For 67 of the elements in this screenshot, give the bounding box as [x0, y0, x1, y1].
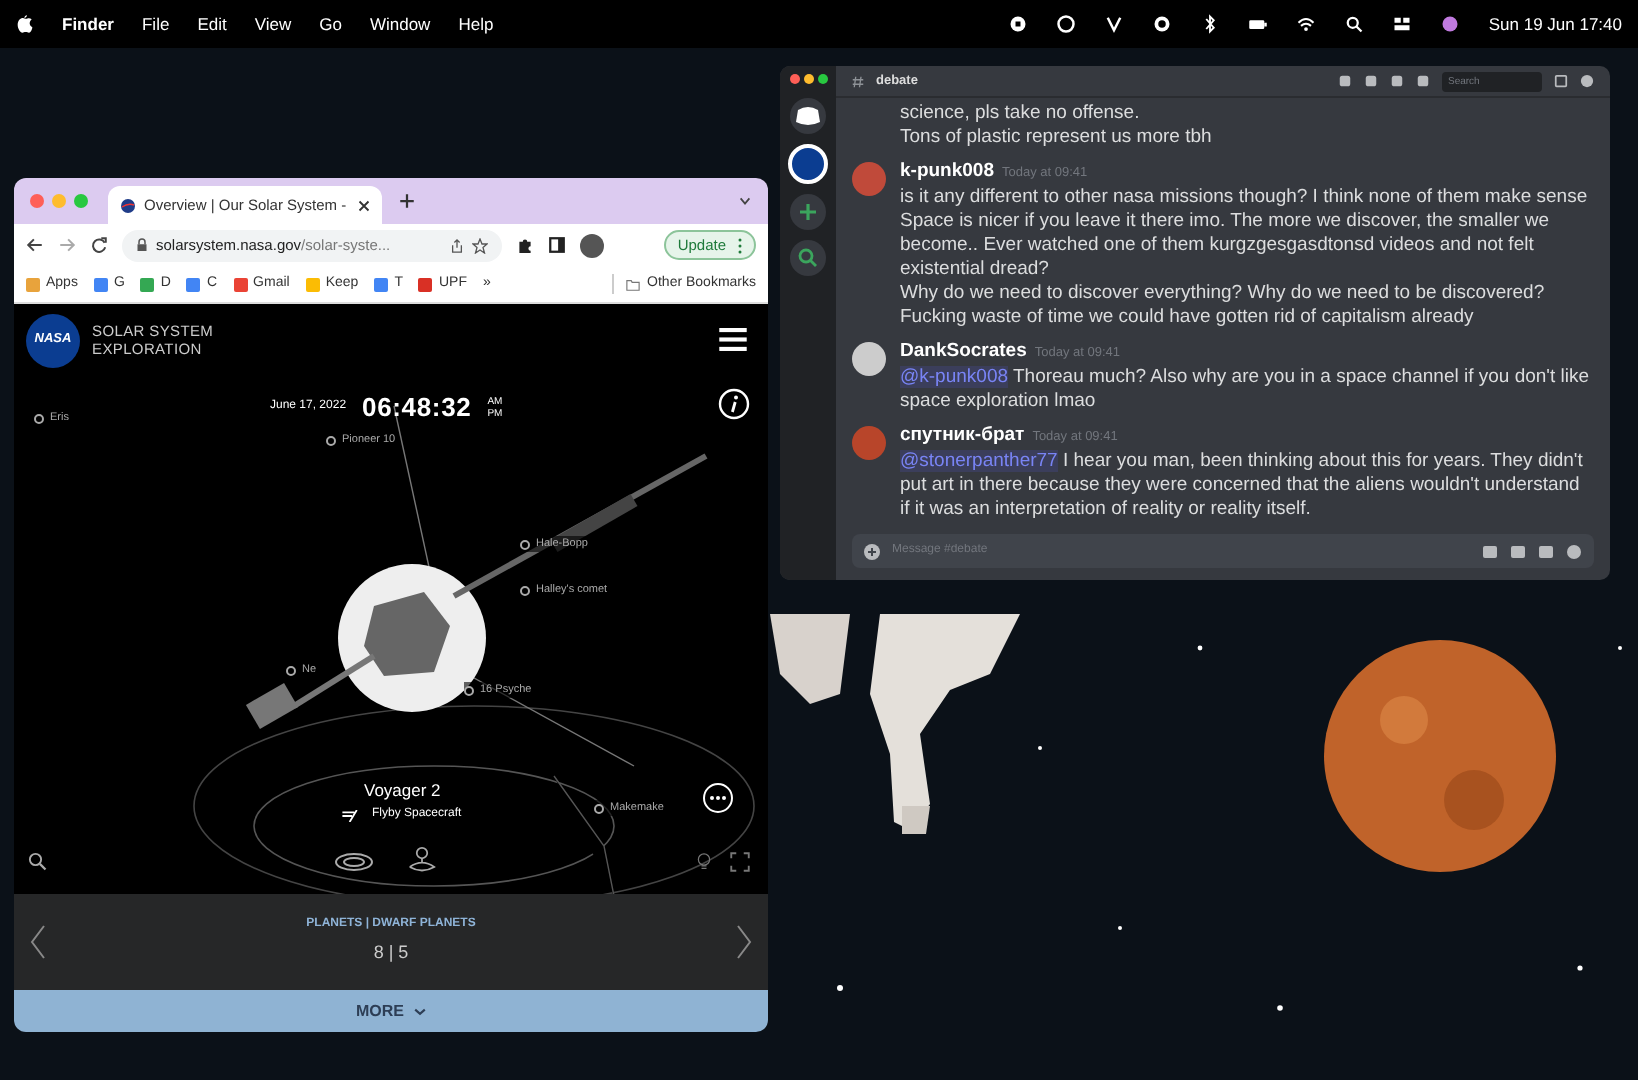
sidebar-icon[interactable] — [548, 236, 566, 254]
minimize-button[interactable] — [803, 74, 813, 84]
add-server-icon[interactable] — [790, 194, 826, 230]
location-pin-icon[interactable] — [406, 846, 438, 874]
time-text: 06:48:32 — [362, 390, 472, 426]
inbox-icon[interactable] — [1554, 74, 1568, 88]
message-text: is it any different to other nasa missions though? I think none of them make sense — [900, 186, 1590, 210]
menu-item[interactable]: View — [254, 11, 292, 37]
more-options-icon[interactable] — [702, 782, 734, 814]
battery-icon[interactable] — [1248, 14, 1269, 34]
zoom-button[interactable] — [817, 74, 827, 84]
bluetooth-icon[interactable] — [1200, 14, 1221, 34]
hashtag-icon — [852, 75, 864, 87]
orbit-view-icon[interactable] — [334, 852, 374, 872]
reload-icon[interactable] — [90, 236, 108, 254]
menu-icon[interactable] — [718, 328, 748, 352]
folder-icon — [623, 277, 642, 291]
lock-icon — [136, 238, 148, 252]
close-button[interactable] — [789, 74, 799, 84]
menu-item[interactable]: Window — [369, 11, 431, 37]
username[interactable]: DankSocrates — [900, 340, 1027, 364]
menu-item[interactable]: File — [141, 11, 170, 37]
message-text: Tons of plastic represent us more tbh — [900, 126, 1212, 150]
search-icon[interactable] — [1344, 14, 1365, 34]
user-avatar — [852, 162, 886, 196]
menu-item[interactable]: Help — [458, 11, 494, 37]
message-text: science, pls take no offense. — [900, 102, 1142, 126]
control-center-icon[interactable] — [1392, 14, 1413, 34]
chevron-down-icon[interactable] — [738, 194, 752, 208]
search-icon[interactable] — [28, 852, 48, 872]
plus-circle-icon[interactable] — [864, 543, 880, 559]
wifi-icon[interactable] — [1296, 14, 1317, 34]
lightbulb-icon[interactable] — [694, 852, 714, 872]
menu-item[interactable]: Finder — [62, 11, 114, 37]
fullscreen-icon[interactable] — [730, 852, 750, 872]
globe-icon — [120, 197, 136, 213]
category-counts: 8 | 5 — [373, 940, 409, 967]
chat-home-icon[interactable] — [790, 98, 826, 134]
record-icon[interactable] — [1008, 14, 1029, 34]
chevron-left-icon[interactable] — [30, 924, 46, 960]
avatar-icon[interactable] — [580, 233, 604, 257]
message-text: Space is nicer if you leave it there imo. The more we discover, the smaller we become.. Ever watched one of them kurgzgesgasdtonsd videos and not felt existential dread? — [900, 210, 1552, 282]
message-text: @stonerpanther77 I hear you man, been thinking about this for years. They didn't put art in there because they were concerned that the aliens wouldn't understand if it was an interpretation of reality or reality itself. — [900, 450, 1585, 522]
menu-item[interactable]: Edit — [197, 11, 227, 37]
username[interactable]: k-punk008 — [900, 160, 994, 184]
menu-item[interactable]: Go — [319, 11, 342, 37]
plus-icon[interactable] — [398, 192, 416, 210]
apple-logo-icon[interactable] — [16, 14, 34, 34]
chevron-down-icon — [414, 1007, 426, 1015]
menu-clock[interactable]: Sun 19 Jun 17:40 — [1488, 11, 1622, 37]
message-text: @k-punk008 Thoreau much? Also why are you in a space channel if you don't like space exploration lmao — [900, 366, 1592, 414]
user-avatar — [852, 426, 886, 460]
star-icon[interactable] — [472, 237, 488, 253]
siri-icon[interactable] — [1440, 14, 1461, 34]
back-arrow-icon[interactable] — [26, 236, 44, 254]
user-avatar — [852, 342, 886, 376]
close-icon[interactable] — [358, 199, 370, 211]
more-button[interactable]: MORE — [14, 990, 768, 1032]
spacecraft-type-icon — [340, 809, 364, 821]
puzzle-icon[interactable] — [516, 236, 534, 254]
share-icon[interactable] — [450, 237, 464, 253]
spacecraft-name: Voyager 2 — [364, 778, 441, 804]
message-text: Why do we need to discover everything? Why do we need to be discovered? Fucking waste of time we could have gotten rid of capitalism already — [900, 282, 1547, 330]
server-icon[interactable] — [788, 144, 828, 184]
username[interactable]: спутник-брат — [900, 424, 1025, 448]
chevron-right-icon[interactable] — [736, 924, 752, 960]
info-icon[interactable] — [718, 388, 750, 420]
